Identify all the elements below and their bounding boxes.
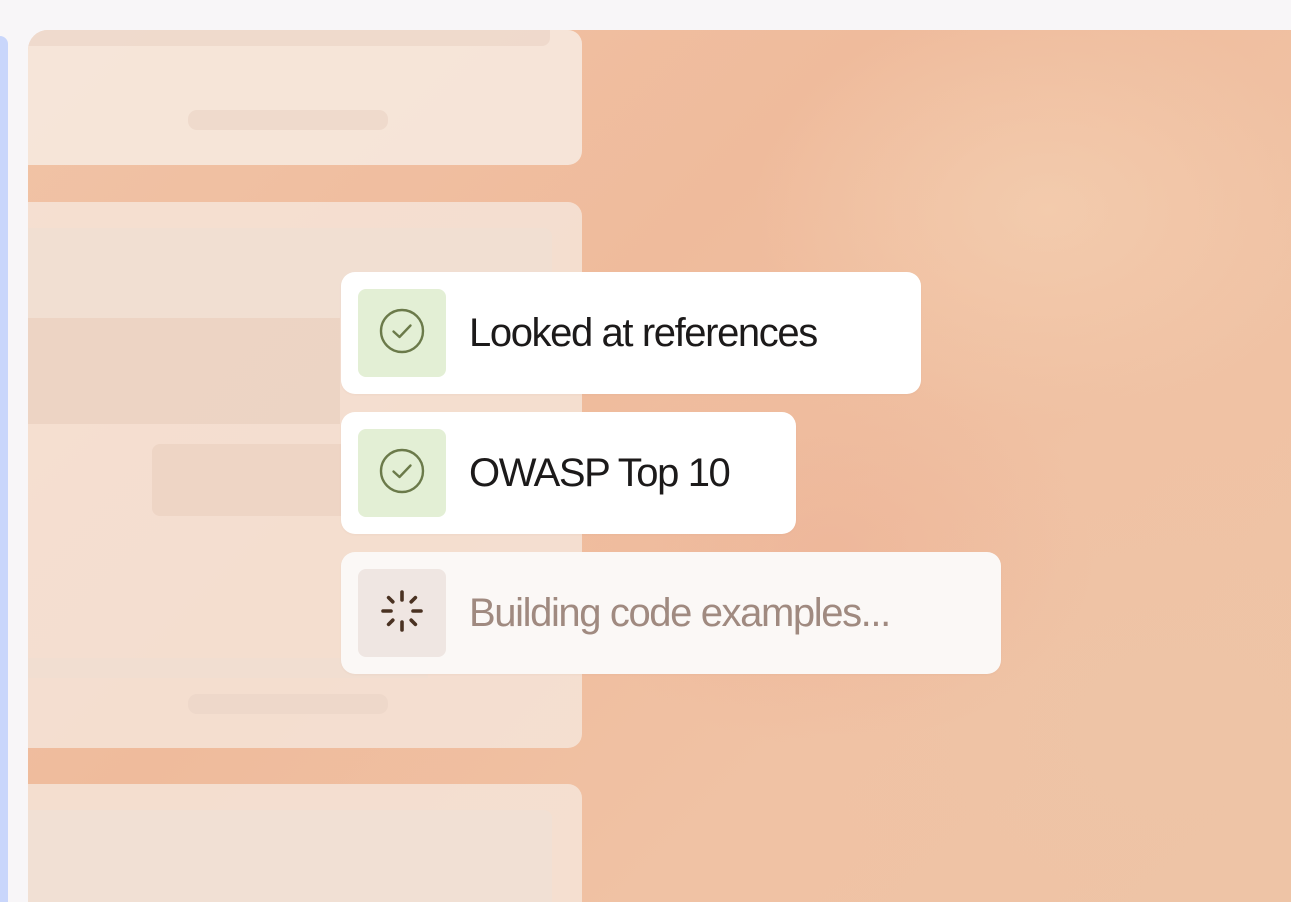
placeholder-block <box>28 30 550 46</box>
step-label: OWASP Top 10 <box>469 450 731 495</box>
placeholder-block <box>28 318 340 424</box>
step-label: Looked at references <box>469 310 818 355</box>
step-status-badge <box>358 569 446 657</box>
check-circle-icon <box>377 306 427 361</box>
step-status-badge <box>358 429 446 517</box>
side-panel-edge <box>0 36 8 902</box>
placeholder-line <box>188 694 388 714</box>
placeholder-button <box>152 444 352 516</box>
step-item: Building code examples... <box>341 552 1001 674</box>
placeholder-line <box>188 110 388 130</box>
check-circle-icon <box>377 446 427 501</box>
background-card <box>28 784 582 902</box>
step-label: Building code examples... <box>469 590 891 635</box>
step-status-badge <box>358 289 446 377</box>
step-item: OWASP Top 10 <box>341 412 796 534</box>
placeholder-block <box>28 810 552 902</box>
spinner-icon <box>377 586 427 641</box>
step-item: Looked at references <box>341 272 921 394</box>
background-card <box>28 30 582 165</box>
